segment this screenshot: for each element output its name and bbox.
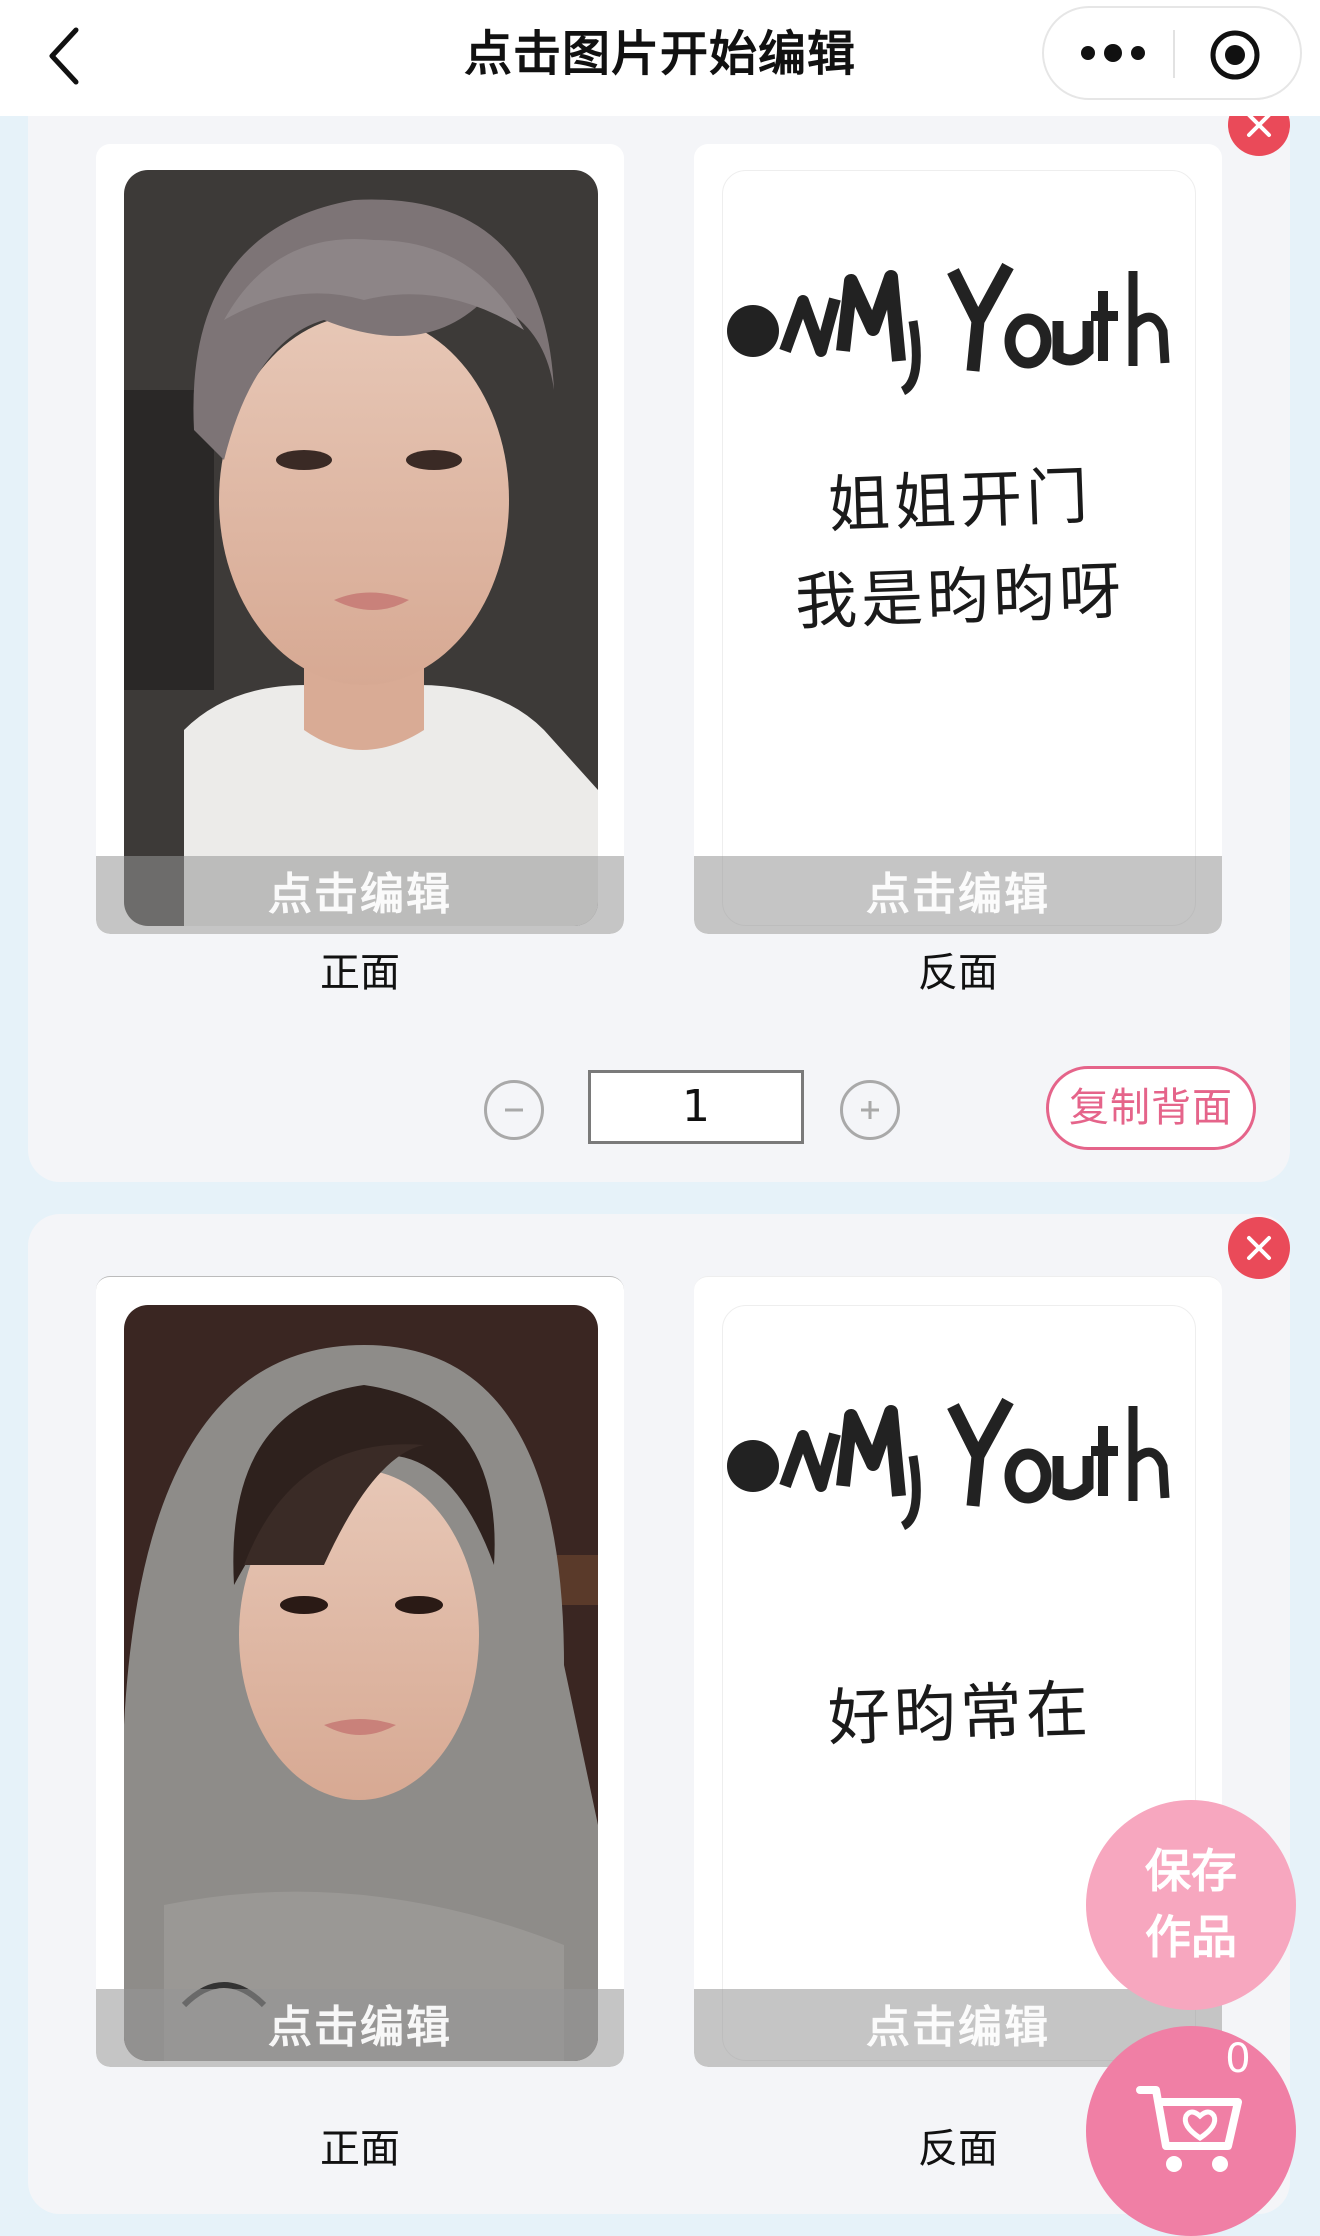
front-label: 正面 (320, 950, 400, 996)
back-card-design[interactable]: 姐姐开门 我是昀昀呀 (722, 170, 1196, 926)
quantity-row: 1 复制背面 (28, 1066, 1290, 1152)
save-button-line: 作品 (1145, 1910, 1237, 1964)
front-photo[interactable] (124, 1305, 598, 2061)
back-label: 反面 (918, 950, 998, 996)
front-edit-overlay[interactable]: 点击编辑 (96, 1989, 624, 2067)
back-handwriting-line: 姐姐开门 (826, 459, 1094, 542)
target-circle-icon (1210, 30, 1260, 80)
cart-count-badge: 0 (1225, 2036, 1251, 2082)
save-button-line: 保存 (1145, 1844, 1237, 1898)
back-edit-overlay[interactable]: 点击编辑 (694, 856, 1222, 934)
onmyyouth-logo (727, 262, 1170, 396)
mini-program-capsule (1042, 6, 1302, 100)
front-photo[interactable] (124, 170, 598, 926)
remove-card-button[interactable] (1228, 1217, 1290, 1279)
portrait-photo-image (124, 170, 598, 926)
top-nav-bar: 点击图片开始编辑 (0, 0, 1320, 116)
close-icon (1247, 1236, 1271, 1260)
back-photo-slot[interactable]: 姐姐开门 我是昀昀呀 点击编辑 (694, 144, 1222, 934)
capsule-divider (1173, 30, 1175, 78)
more-dots-icon (1081, 44, 1145, 62)
onmyyouth-logo (727, 1397, 1170, 1531)
portrait-photo-image (124, 1305, 598, 2061)
front-photo-slot[interactable]: 点击编辑 (96, 1276, 624, 2067)
copy-back-button[interactable]: 复制背面 (1046, 1066, 1256, 1150)
front-photo-slot[interactable]: 点击编辑 (96, 144, 624, 934)
increase-quantity-button[interactable] (840, 1080, 900, 1140)
more-button[interactable] (1078, 40, 1148, 66)
photocard-item: 点击编辑 正面 姐姐开门 我是昀昀呀 点击编辑 反面 1 复制背面 (28, 70, 1290, 1182)
minus-icon (505, 1108, 523, 1112)
plus-icon (861, 1101, 879, 1119)
front-label: 正面 (320, 2126, 400, 2172)
front-edit-overlay[interactable]: 点击编辑 (96, 856, 624, 934)
quantity-input[interactable]: 1 (588, 1070, 804, 1144)
back-handwriting-line: 好昀常在 (826, 1672, 1094, 1755)
photocard-item: 点击编辑 正面 好昀常在 点击编辑 反面 (28, 1214, 1290, 2214)
shopping-cart-heart-icon (1136, 2086, 1242, 2172)
save-work-button[interactable]: 保存 作品 (1086, 1800, 1296, 2010)
close-miniprogram-button[interactable] (1208, 28, 1262, 82)
back-handwriting-line: 我是昀昀呀 (793, 554, 1127, 639)
decrease-quantity-button[interactable] (484, 1080, 544, 1140)
cart-button[interactable] (1086, 2026, 1296, 2236)
